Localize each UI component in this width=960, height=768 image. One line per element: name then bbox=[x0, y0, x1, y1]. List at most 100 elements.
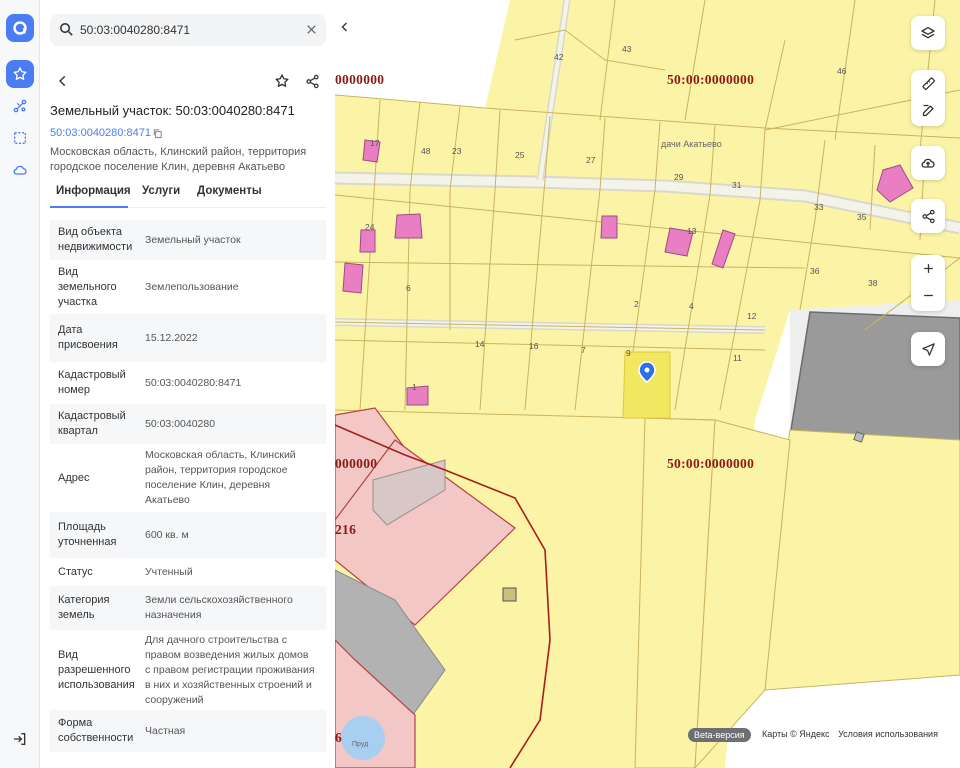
plot-info-panel: Земельный участок: 50:03:0040280:8471 50… bbox=[40, 0, 335, 768]
info-row-label: Кадастровый квартал bbox=[58, 410, 126, 437]
zoom-out-button[interactable] bbox=[911, 282, 945, 309]
back-button[interactable] bbox=[52, 70, 74, 92]
plot-number: 9 bbox=[626, 348, 631, 358]
search-icon bbox=[60, 23, 73, 36]
share-icon bbox=[305, 74, 319, 88]
info-row: Дата присвоения 15.12.2022 bbox=[50, 314, 326, 362]
cloud-rail-button[interactable] bbox=[6, 156, 34, 184]
exit-icon bbox=[14, 733, 26, 745]
zoom-in-button[interactable] bbox=[911, 255, 945, 282]
map-lake bbox=[341, 716, 385, 760]
info-row-label: Категория земель bbox=[58, 594, 110, 621]
plot-number: 24 bbox=[365, 222, 375, 232]
info-row-value: Московская область, Клинский район, терри… bbox=[145, 449, 296, 506]
ruler-icon bbox=[921, 77, 935, 91]
info-row: Площадь уточненная 600 кв. м bbox=[50, 512, 326, 558]
tab-information[interactable]: Информация bbox=[50, 182, 131, 208]
ruler-button[interactable] bbox=[911, 70, 945, 97]
info-row: Форма собственности Частная bbox=[50, 710, 326, 752]
exit-button[interactable] bbox=[12, 731, 28, 752]
zone-label: 216 bbox=[335, 522, 357, 537]
info-row: Вид разрешенного использования Для дачного … bbox=[50, 630, 326, 710]
copy-icon[interactable] bbox=[152, 128, 163, 139]
left-rail bbox=[0, 0, 40, 768]
chevron-left-icon bbox=[341, 22, 347, 32]
plot-number: 27 bbox=[586, 155, 596, 165]
plot-number: 2 bbox=[634, 299, 639, 309]
plot-number: 35 bbox=[857, 212, 867, 222]
locate-button[interactable] bbox=[911, 332, 945, 366]
collapse-panel-button[interactable] bbox=[335, 12, 355, 42]
upload-button[interactable] bbox=[911, 146, 945, 180]
info-row: Кадастровый квартал 50:03:0040280 bbox=[50, 404, 326, 444]
map-small-building bbox=[502, 587, 517, 602]
plot-number: 6 bbox=[406, 283, 411, 293]
map-share-button[interactable] bbox=[911, 199, 945, 233]
plot-number: 13 bbox=[687, 226, 697, 236]
cadastral-number-link[interactable]: 50:03:0040280:8471 bbox=[50, 127, 151, 139]
zone-label: 50:00:0000000 bbox=[667, 72, 755, 87]
info-row-label: Вид разрешенного использования bbox=[58, 649, 135, 691]
plot-number: 31 bbox=[732, 180, 742, 190]
plot-number: 46 bbox=[837, 66, 847, 76]
info-row-value: 600 кв. м bbox=[145, 529, 189, 541]
info-row-value: Учтенный bbox=[145, 566, 193, 578]
settlement-label: дачи Акатьево bbox=[661, 139, 722, 149]
info-row-value: 15.12.2022 bbox=[145, 332, 198, 344]
plot-number: 1 bbox=[412, 382, 417, 392]
terms-of-use-link[interactable]: Условия использования bbox=[838, 729, 938, 739]
map-white-area bbox=[335, 0, 510, 108]
plot-number: 12 bbox=[747, 311, 757, 321]
info-row-label: Кадастровый номер bbox=[58, 369, 126, 396]
share-button[interactable] bbox=[301, 70, 323, 92]
chevron-left-icon bbox=[59, 75, 66, 87]
tab-documents[interactable]: Документы bbox=[197, 182, 262, 208]
plot-number: 7 bbox=[581, 345, 586, 355]
select-area-icon bbox=[14, 132, 26, 144]
info-row: Категория земель Земли сельскохозяйственно… bbox=[50, 586, 326, 630]
map-attribution: Карты © Яндекс Условия использования bbox=[762, 729, 944, 739]
info-row: Адрес Московская область, Клинский район, … bbox=[50, 444, 326, 512]
attribution-copyright[interactable]: Карты © Яндекс bbox=[762, 729, 830, 739]
info-row-label: Вид объекта недвижимости bbox=[58, 226, 133, 253]
favorites-rail-button[interactable] bbox=[6, 60, 34, 88]
close-icon[interactable] bbox=[305, 23, 318, 36]
info-row-label: Адрес bbox=[58, 472, 90, 484]
upload-icon bbox=[921, 158, 935, 168]
map-view[interactable]: 0000000 50:00:0000000 000000 50:00:0000000 2… bbox=[335, 0, 960, 768]
locate-icon bbox=[921, 342, 935, 356]
layers-button[interactable] bbox=[911, 16, 945, 50]
plot-number: 43 bbox=[622, 44, 632, 54]
plot-number: 16 bbox=[529, 341, 539, 351]
edit-button[interactable] bbox=[911, 97, 945, 124]
search-bar bbox=[50, 14, 326, 46]
info-row-value: 50:03:0040280:8471 bbox=[145, 377, 242, 389]
select-area-rail-button[interactable] bbox=[6, 124, 34, 152]
info-row: Кадастровый номер 50:03:0040280:8471 bbox=[50, 362, 326, 404]
info-row-label: Вид земельного участка bbox=[58, 266, 117, 308]
share-icon bbox=[921, 209, 935, 223]
info-row-value: 50:03:0040280 bbox=[145, 418, 216, 430]
zone-label: 000000 bbox=[335, 456, 378, 471]
avito-logo[interactable] bbox=[6, 14, 34, 42]
plot-number: 11 bbox=[733, 353, 742, 363]
route-rail-button[interactable] bbox=[6, 92, 34, 120]
star-icon bbox=[275, 74, 289, 87]
plot-number: 36 bbox=[810, 266, 820, 276]
info-row-value: Земельный участок bbox=[145, 234, 241, 246]
info-row-value: Для дачного строительства с правом возвед… bbox=[145, 634, 315, 706]
page-title: Земельный участок: 50:03:0040280:8471 bbox=[50, 103, 295, 118]
lake-label: Пруд bbox=[352, 741, 369, 748]
plot-number: 23 bbox=[452, 146, 462, 156]
info-row-label: Площадь уточненная bbox=[58, 521, 117, 548]
info-row: Вид объекта недвижимости Земельный участок bbox=[50, 220, 326, 260]
map-road-3-inner bbox=[538, 0, 569, 181]
search-input[interactable] bbox=[80, 14, 300, 46]
info-row-value: Землепользование bbox=[145, 281, 239, 293]
tab-services[interactable]: Услуги bbox=[142, 182, 180, 208]
plot-number: 4 bbox=[689, 301, 694, 311]
zone-label: 0000000 bbox=[335, 72, 385, 87]
favorite-button[interactable] bbox=[271, 70, 293, 92]
layers-icon bbox=[921, 27, 935, 39]
zoom-out-icon bbox=[923, 294, 933, 297]
